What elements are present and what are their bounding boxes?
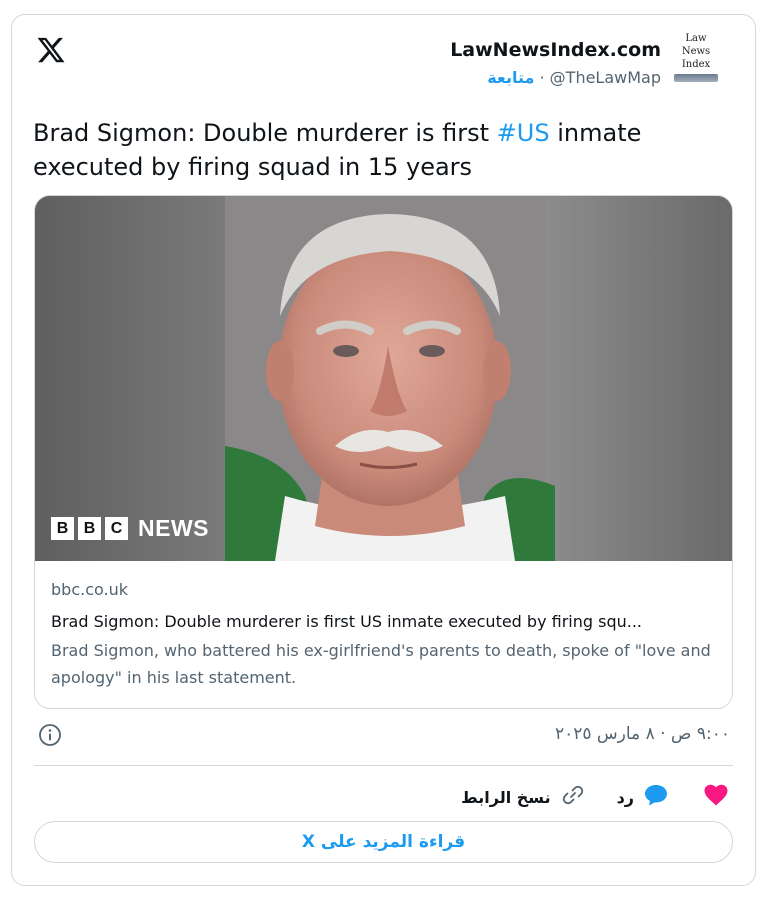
hashtag-link[interactable]: #US <box>497 119 550 147</box>
bbc-letter: B <box>51 517 74 540</box>
heart-icon <box>704 784 728 810</box>
avatar[interactable]: Law News Index <box>668 32 724 104</box>
tweet-text-part: Brad Sigmon: Double murderer is first <box>33 119 497 147</box>
link-card-meta: bbc.co.uk Brad Sigmon: Double murderer i… <box>51 578 721 691</box>
tweet-text: Brad Sigmon: Double murderer is first #U… <box>33 116 723 184</box>
article-photo[interactable]: B B C NEWS <box>35 196 732 561</box>
author-handle[interactable]: @TheLawMap <box>550 68 661 87</box>
link-preview-card[interactable]: B B C NEWS bbc.co.uk Brad Sigmon: Double… <box>34 195 733 709</box>
copy-link-button[interactable]: نسخ الرابط <box>461 783 584 811</box>
like-button[interactable] <box>704 784 728 810</box>
separator-dot: · <box>534 68 550 87</box>
tweet-timestamp[interactable]: ٩:٠٠ ص · ٨ مارس ٢٠٢٥ <box>555 724 730 744</box>
bbc-letter: B <box>78 517 101 540</box>
link-title[interactable]: Brad Sigmon: Double murderer is first US… <box>51 610 721 634</box>
x-logo-icon[interactable] <box>36 35 66 65</box>
avatar-text-line: Index <box>681 59 711 70</box>
reply-button[interactable]: رد <box>617 784 668 810</box>
reply-label: رد <box>616 787 634 807</box>
divider <box>34 765 733 766</box>
link-icon <box>561 783 585 811</box>
info-icon[interactable] <box>38 723 62 747</box>
copy-link-label: نسخ الرابط <box>461 787 551 807</box>
reply-bubble-icon <box>644 784 668 810</box>
follow-link[interactable]: متابعة <box>487 68 534 87</box>
bbc-news-wordmark: NEWS <box>138 515 209 541</box>
read-more-button[interactable]: قراءة المزيد على X <box>34 821 733 863</box>
embedded-tweet-card: LawNewsIndex.com متابعة · @TheLawMap Law… <box>11 14 756 886</box>
avatar-graphic <box>674 74 718 82</box>
avatar-text-line: Law <box>685 33 707 44</box>
link-description: Brad Sigmon, who battered his ex-girlfri… <box>51 641 711 687</box>
avatar-text-line: News <box>681 46 711 57</box>
bbc-news-logo: B B C NEWS <box>51 515 209 542</box>
link-domain: bbc.co.uk <box>51 580 128 599</box>
bbc-letter: C <box>105 517 128 540</box>
author-subline: متابعة · @TheLawMap <box>450 67 661 89</box>
author-name[interactable]: LawNewsIndex.com <box>450 37 661 63</box>
action-bar: رد نسخ الرابط <box>461 782 728 812</box>
author-block: LawNewsIndex.com متابعة · @TheLawMap <box>450 37 661 89</box>
